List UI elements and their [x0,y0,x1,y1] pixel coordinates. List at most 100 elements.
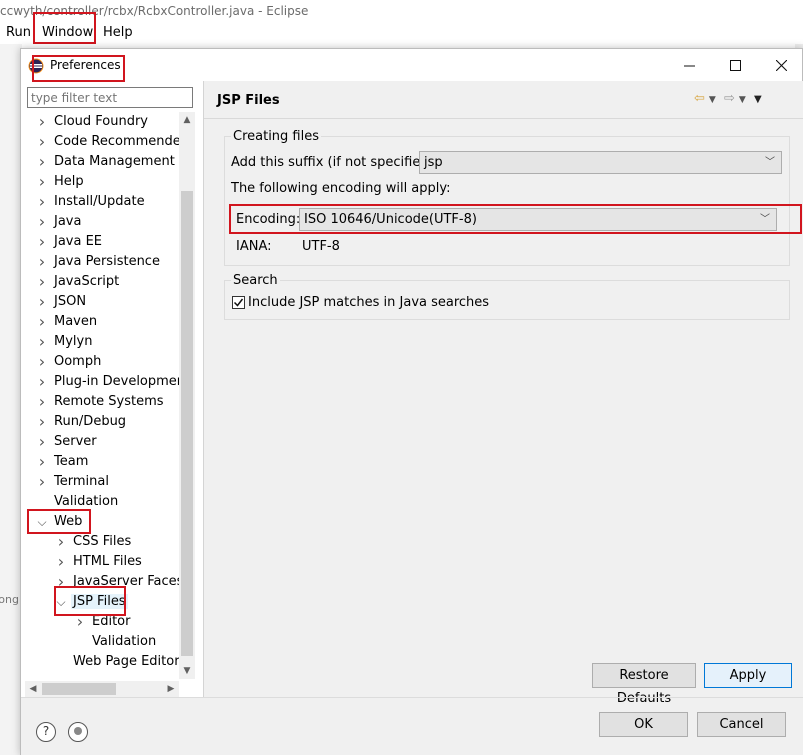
tree-item[interactable]: › Run/Debug [39,412,128,432]
preferences-title-highlight [32,55,125,82]
iana-value: UTF-8 [302,239,340,254]
tree-item[interactable]: › Java Persistence [39,252,162,272]
view-menu-icon[interactable]: ▼ [754,94,762,105]
chevron-right-icon[interactable]: › [36,212,48,232]
chevron-right-icon[interactable]: › [55,552,67,572]
tree-item[interactable]: › Terminal [39,472,111,492]
minimize-icon [683,65,695,66]
window-menu-highlight [33,12,96,44]
tree-item[interactable]: › Install/Update [39,192,147,212]
scroll-down-icon[interactable]: ▼ [179,663,195,679]
record-icon[interactable] [68,722,88,742]
chevron-right-icon[interactable]: › [36,352,48,372]
minimize-button[interactable] [666,49,712,81]
tree-item[interactable]: › Server [39,432,99,452]
tree-item[interactable]: › HTML Files [58,552,144,572]
scroll-left-icon[interactable]: ◀ [25,681,41,697]
scroll-up-icon[interactable]: ▲ [179,112,195,128]
menu-help[interactable]: Help [103,25,133,40]
chevron-right-icon[interactable]: › [36,292,48,312]
preferences-dialog: Preferences › Cloud Foundry › Code Recommen… [20,48,803,755]
close-icon [775,59,787,71]
tree-item[interactable]: › JSON [39,292,88,312]
chevron-right-icon[interactable]: › [36,232,48,252]
tree-item[interactable]: › CSS Files [58,532,133,552]
menu-run[interactable]: Run [6,25,31,40]
chevron-right-icon[interactable]: › [36,172,48,192]
chevron-right-icon[interactable]: › [36,252,48,272]
chevron-right-icon[interactable]: › [36,192,48,212]
filter-input[interactable] [27,87,193,108]
tree-item-label: JSON [54,294,87,309]
chevron-right-icon[interactable]: › [36,412,48,432]
tree-item[interactable]: › Mylyn [39,332,94,352]
chevron-right-icon[interactable]: › [36,472,48,492]
tree-item-label: Code Recommenders [54,134,179,149]
tree-item[interactable]: › JavaScript [39,272,121,292]
dialog-titlebar: Preferences [21,49,802,81]
tree-horizontal-scrollbar[interactable]: ◀ ▶ [25,681,179,697]
tree-item-label: Terminal [54,474,109,489]
tree-item[interactable]: › Help [39,172,86,192]
tree-item-label: Java EE [54,234,103,249]
tree-vertical-scrollbar[interactable]: ▲ ▼ [179,112,195,679]
tree-item-label: Install/Update [54,194,145,209]
restore-defaults-button[interactable]: Restore Defaults [592,663,696,706]
chevron-right-icon[interactable]: › [55,532,67,552]
tree-item-label: Server [54,434,97,449]
chevron-right-icon[interactable]: › [36,132,48,152]
tree-item[interactable]: › Java [39,212,83,232]
scroll-right-icon[interactable]: ▶ [163,681,179,697]
header-separator [204,118,803,119]
ok-button[interactable]: OK [599,712,688,737]
maximize-icon [729,59,741,71]
vertical-scroll-thumb[interactable] [181,191,193,656]
chevron-right-icon[interactable]: › [36,392,48,412]
cancel-button[interactable]: Cancel [697,712,786,737]
tree-item[interactable]: Validation [90,632,158,652]
tree-item-label: Web Page Editor [73,654,179,669]
web-node-highlight [27,509,91,534]
chevron-right-icon[interactable]: › [36,112,48,132]
creating-files-group: Creating files Add this suffix (if not s… [224,129,790,266]
suffix-combo[interactable]: jsp ﹀ [419,151,782,174]
tree-item-label: Editor [92,614,131,629]
tree-item[interactable]: › Oomph [39,352,103,372]
maximize-button[interactable] [712,49,758,81]
tree-item[interactable]: › Remote Systems [39,392,166,412]
chevron-right-icon[interactable]: › [36,272,48,292]
back-arrow-icon[interactable]: ⇦ [694,91,705,106]
back-menu-chevron-icon[interactable]: ▼ [709,95,716,105]
include-jsp-checkbox[interactable] [232,296,245,309]
horizontal-scroll-thumb[interactable] [42,683,116,695]
tree-item[interactable]: › Plug-in Development [39,372,179,392]
tree-item[interactable]: › Cloud Foundry [39,112,150,132]
chevron-right-icon[interactable]: › [36,312,48,332]
tree-item[interactable]: Web Page Editor [71,652,179,672]
apply-button[interactable]: Apply [704,663,792,688]
dialog-body: › Cloud Foundry › Code Recommenders › Data Ma… [21,81,803,755]
close-button[interactable] [758,49,803,81]
tree-item[interactable]: › Code Recommenders [39,132,179,152]
help-icon[interactable]: ? [36,722,56,742]
tree-item-label: Mylyn [54,334,93,349]
chevron-right-icon[interactable]: › [36,432,48,452]
forward-arrow-icon[interactable]: ⇨ [724,91,735,106]
chevron-right-icon[interactable]: › [36,332,48,352]
chevron-right-icon[interactable]: › [36,152,48,172]
tree-item[interactable]: › Java EE [39,232,104,252]
checkmark-icon [233,298,244,307]
iana-label: IANA: [236,239,272,254]
forward-menu-chevron-icon[interactable]: ▼ [739,95,746,105]
chevron-right-icon[interactable]: › [36,452,48,472]
include-jsp-label[interactable]: Include JSP matches in Java searches [248,295,489,310]
tree-item[interactable]: › Data Management [39,152,177,172]
tree-item[interactable]: › Team [39,452,90,472]
jsp-files-node-highlight [54,586,126,616]
tree-item[interactable]: › Maven [39,312,99,332]
page-navigation-toolbar: ⇦ ▼ ⇨ ▼ ▼ [694,91,766,106]
search-group: Search Include JSP matches in Java searc… [224,273,790,320]
eclipse-window-title: ccwyth/controller/rcbx/RcbxController.ja… [0,0,803,22]
chevron-right-icon[interactable]: › [36,372,48,392]
tree-item-label: Plug-in Development [54,374,179,389]
